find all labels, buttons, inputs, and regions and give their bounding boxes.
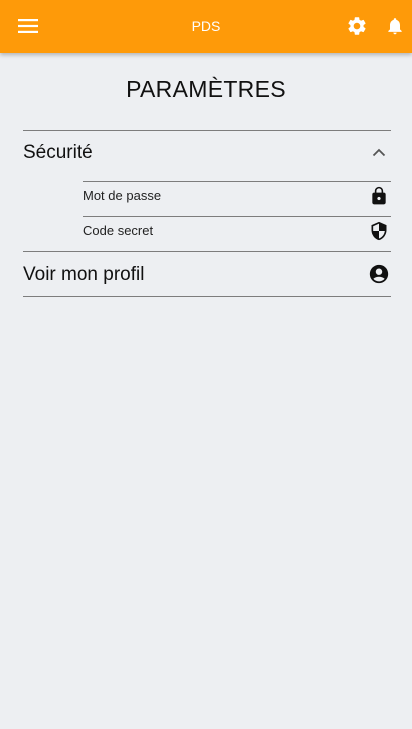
menu-button[interactable] — [16, 14, 40, 38]
profile-item[interactable]: Voir mon profil — [23, 253, 391, 295]
account-circle-icon — [367, 262, 391, 286]
password-item-label: Mot de passe — [83, 188, 162, 203]
page-title: PARAMÈTRES — [126, 76, 286, 102]
menu-icon — [18, 19, 38, 33]
bell-icon — [385, 15, 405, 37]
lock-icon — [367, 184, 391, 208]
divider — [23, 296, 391, 297]
notifications-button[interactable] — [383, 14, 407, 38]
secret-code-item[interactable]: Code secret — [83, 217, 391, 251]
security-section-label: Sécurité — [23, 142, 93, 163]
profile-item-label: Voir mon profil — [23, 264, 145, 285]
chevron-up-icon — [367, 140, 391, 164]
secret-code-item-label: Code secret — [83, 223, 154, 238]
settings-button[interactable] — [345, 14, 369, 38]
app-bar: PDS — [0, 0, 412, 53]
divider — [23, 251, 391, 252]
shield-icon — [367, 219, 391, 243]
password-item[interactable]: Mot de passe — [83, 182, 391, 216]
gear-icon — [346, 15, 368, 37]
security-section-header[interactable]: Sécurité — [23, 131, 391, 173]
